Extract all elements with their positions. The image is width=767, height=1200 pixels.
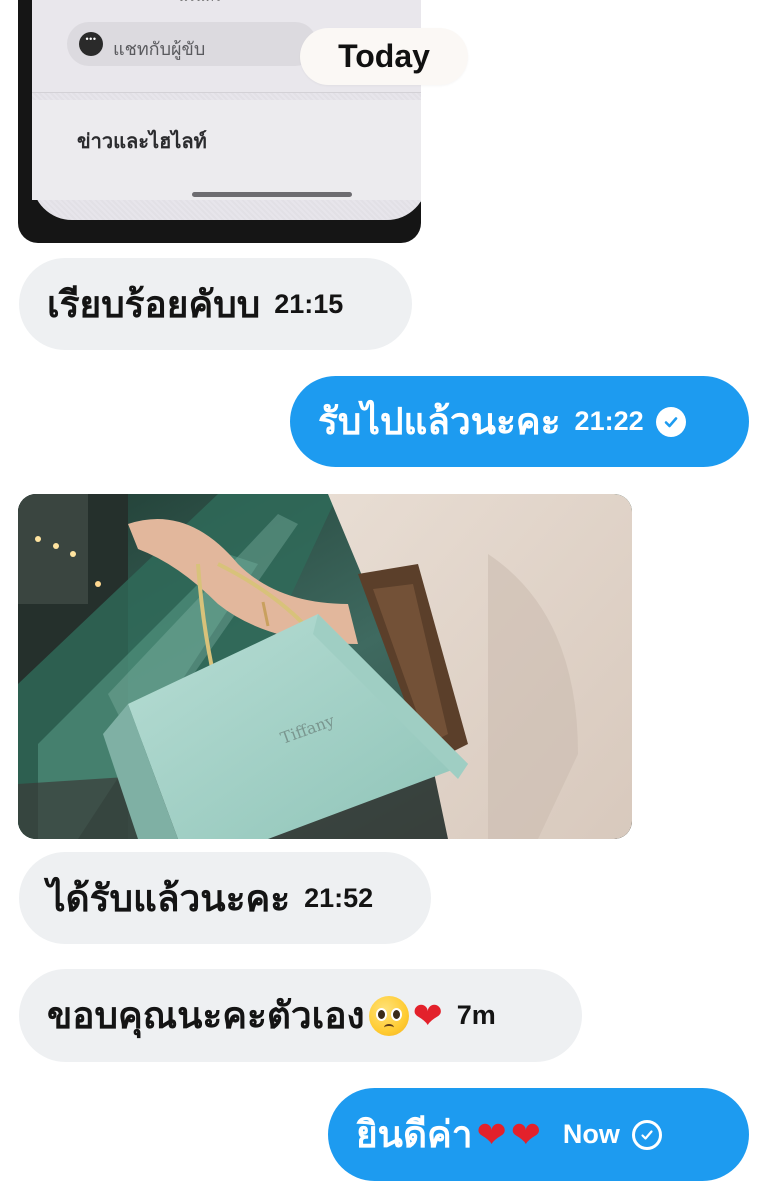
red-heart-emoji-icon: ❤	[510, 1113, 541, 1155]
home-indicator	[192, 192, 352, 197]
message-bubble-incoming[interactable]: ได้รับแล้วนะคะ 21:52	[19, 852, 431, 944]
message-text: ยินดีค่า	[356, 1113, 473, 1156]
sent-check-icon	[631, 1119, 662, 1150]
message-bubble-incoming[interactable]: ขอบคุณนะคะตัวเอง ❤ 7m	[19, 969, 582, 1062]
photo-message[interactable]: Tiffany	[18, 494, 632, 839]
message-time: 21:22	[574, 406, 644, 436]
message-bubble-incoming[interactable]: เรียบร้อยคับบ 21:15	[19, 258, 412, 350]
chat-with-driver-label: แชทกับผู้ขับ	[113, 39, 206, 60]
driver-name-text: นรินทร์	[178, 0, 221, 8]
message-bubble-outgoing[interactable]: รับไปแล้วนะคะ 21:22	[290, 376, 749, 467]
red-heart-emoji-icon: ❤	[412, 994, 443, 1036]
message-time: Now	[562, 1119, 620, 1149]
message-text: รับไปแล้วนะคะ	[318, 400, 561, 443]
news-label: ข่าวและไฮไลท์	[77, 129, 207, 153]
chat-with-driver-pill: แชทกับผู้ขับ	[67, 22, 317, 66]
message-text: ได้รับแล้วนะคะ	[47, 876, 291, 920]
date-divider: Today	[300, 28, 468, 85]
message-time: 21:52	[304, 882, 374, 913]
message-text: เรียบร้อยคับบ	[47, 282, 261, 326]
red-heart-emoji-icon: ❤	[476, 1113, 507, 1155]
delivered-check-icon	[655, 406, 686, 437]
pleading-face-emoji-icon	[368, 995, 409, 1036]
message-time: 21:15	[274, 288, 344, 319]
message-bubble-outgoing[interactable]: ยินดีค่า ❤ ❤ Now	[328, 1088, 749, 1181]
shopping-bag-photo: Tiffany	[18, 494, 632, 839]
message-time: 7m	[456, 1000, 496, 1030]
chat-bubble-icon	[79, 32, 103, 56]
message-text: ขอบคุณนะคะตัวเอง	[47, 994, 365, 1037]
